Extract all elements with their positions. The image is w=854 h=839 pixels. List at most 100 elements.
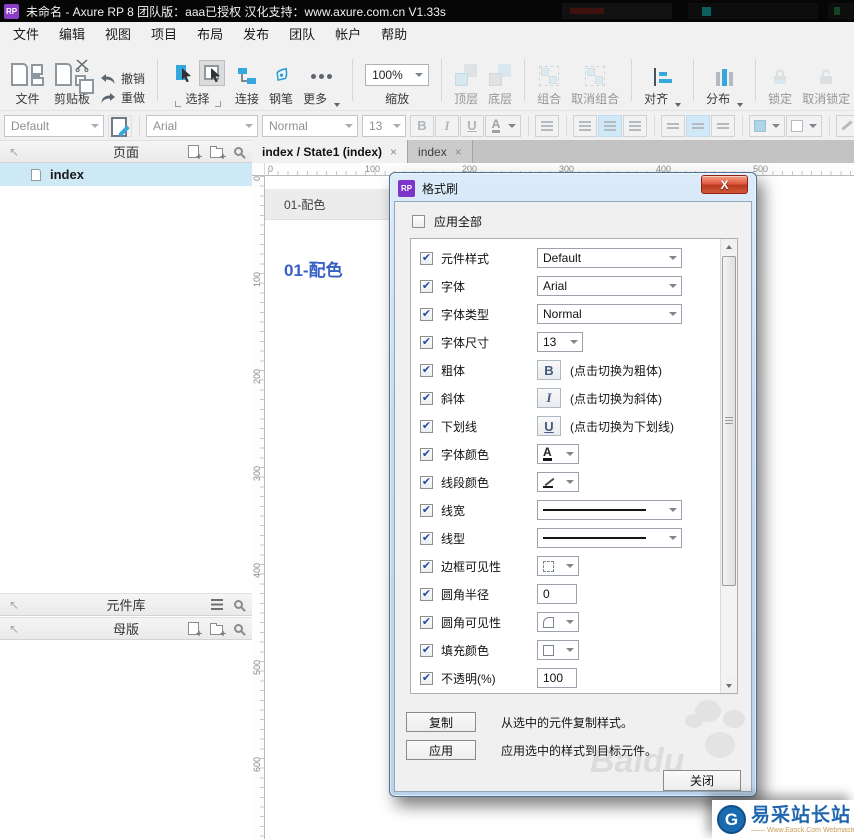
align-center-button[interactable] [598, 114, 622, 137]
border-visibility-select[interactable] [537, 556, 579, 576]
opacity-input[interactable]: 100 [537, 668, 577, 688]
send-to-back-button[interactable]: 底层 [488, 51, 512, 107]
cut-icon[interactable] [75, 59, 89, 72]
undo-button[interactable]: 撤销 [100, 70, 145, 87]
line-width-select[interactable] [537, 500, 682, 520]
widget-style-select[interactable]: Default [4, 114, 104, 137]
pen-tool[interactable]: 钢笔 [269, 51, 293, 107]
canvas-heading-text[interactable]: 01-配色 [284, 256, 343, 281]
lock-button[interactable]: 锁定 [768, 51, 792, 107]
line-color-select[interactable] [537, 472, 579, 492]
save-icon[interactable] [31, 64, 43, 75]
panel-pin-icon[interactable]: ↖ [9, 598, 19, 612]
align-button[interactable]: 对齐 [644, 51, 682, 107]
zoom-select[interactable]: 100% [365, 64, 430, 86]
distribute-button[interactable]: 分布 [706, 51, 744, 107]
corner-visibility-select[interactable] [537, 612, 579, 632]
menu-item-5[interactable]: 发布 [233, 21, 279, 46]
menu-item-1[interactable]: 编辑 [49, 21, 95, 46]
add-master-icon[interactable] [188, 622, 202, 640]
search-icon[interactable] [234, 624, 243, 633]
unlock-button[interactable]: 取消锁定 [802, 51, 850, 107]
italic-toggle-button[interactable]: I [537, 388, 561, 408]
search-icon[interactable] [234, 600, 243, 609]
dialog-title-bar[interactable]: RP 格式刷 [393, 176, 753, 200]
menu-item-0[interactable]: 文件 [3, 21, 49, 46]
align-left-button[interactable] [573, 114, 597, 137]
line-style-select[interactable] [537, 528, 682, 548]
font-size-select[interactable]: 13 [362, 114, 406, 137]
tab-close-icon[interactable]: × [390, 145, 397, 159]
border-color-button[interactable] [786, 114, 822, 137]
menu-item-7[interactable]: 帐户 [325, 21, 371, 46]
bring-to-front-button[interactable]: 顶层 [454, 51, 478, 107]
close-dialog-button[interactable]: 关闭 [663, 770, 741, 791]
fill-color-checkbox[interactable]: ✔ [420, 643, 433, 657]
dialog-close-button[interactable]: X [701, 175, 748, 194]
panel-menu-icon[interactable] [211, 599, 223, 610]
align-right-button[interactable] [623, 114, 647, 137]
canvas-tab-1[interactable]: index × [408, 140, 473, 163]
redo-button[interactable]: 重做 [100, 89, 145, 106]
font-size-select[interactable]: 13 [537, 332, 583, 352]
italic-checkbox[interactable]: ✔ [420, 391, 433, 405]
menu-item-2[interactable]: 视图 [95, 21, 141, 46]
panel-pin-icon[interactable]: ↖ [9, 622, 19, 636]
connect-tool[interactable]: 连接 [235, 51, 259, 107]
format-painter-button[interactable] [108, 114, 132, 137]
scroll-down-button[interactable] [721, 678, 737, 693]
line-style-button[interactable] [836, 114, 854, 137]
open-icon[interactable] [31, 75, 44, 86]
font-color-checkbox[interactable]: ✔ [420, 447, 433, 461]
underline-button[interactable]: U [460, 114, 484, 137]
underline-toggle-button[interactable]: U [537, 416, 561, 436]
font-color-select[interactable]: A [537, 444, 579, 464]
intersect-select-tool[interactable] [170, 60, 196, 86]
add-folder-icon[interactable] [210, 623, 226, 640]
border-visibility-checkbox[interactable]: ✔ [420, 559, 433, 573]
menu-item-3[interactable]: 项目 [141, 21, 187, 46]
menu-item-8[interactable]: 帮助 [371, 21, 417, 46]
underline-checkbox[interactable]: ✔ [420, 419, 433, 433]
page-tree-item-index[interactable]: index [0, 163, 252, 186]
align-middle-button[interactable] [686, 114, 710, 137]
font-select[interactable]: Arial [146, 114, 258, 137]
bold-checkbox[interactable]: ✔ [420, 363, 433, 377]
line-style-checkbox[interactable]: ✔ [420, 531, 433, 545]
search-icon[interactable] [234, 147, 243, 156]
menu-item-4[interactable]: 布局 [187, 21, 233, 46]
bold-button[interactable]: B [410, 114, 434, 137]
bullet-list-button[interactable] [535, 114, 559, 137]
contain-select-tool[interactable] [199, 60, 226, 86]
font-style-select[interactable]: Normal [262, 114, 358, 137]
line-color-checkbox[interactable]: ✔ [420, 475, 433, 489]
font-select[interactable]: Arial [537, 276, 682, 296]
fill-color-select[interactable] [537, 640, 579, 660]
ungroup-button[interactable]: 取消组合 [571, 51, 619, 107]
copy-button[interactable]: 复制 [406, 712, 476, 732]
align-bottom-button[interactable] [711, 114, 735, 137]
line-width-checkbox[interactable]: ✔ [420, 503, 433, 517]
widget-style-select[interactable]: Default [537, 248, 682, 268]
paste-icon[interactable] [55, 63, 72, 86]
corner-radius-input[interactable]: 0 [537, 584, 577, 604]
widget-style-checkbox[interactable]: ✔ [420, 251, 433, 265]
new-file-icon[interactable] [11, 63, 28, 86]
tab-close-icon[interactable]: × [455, 145, 462, 159]
font-style-select[interactable]: Normal [537, 304, 682, 324]
italic-button[interactable]: I [435, 114, 459, 137]
apply-button[interactable]: 应用 [406, 740, 476, 760]
apply-all-checkbox[interactable] [412, 215, 425, 228]
fill-color-button[interactable] [749, 114, 785, 137]
clipboard-tool-group[interactable]: 剪贴板 [54, 51, 94, 107]
more-tools-button[interactable]: 更多 [303, 51, 341, 107]
font-style-checkbox[interactable]: ✔ [420, 307, 433, 321]
add-page-icon[interactable] [188, 145, 202, 163]
font-color-button[interactable]: A [485, 114, 521, 137]
scrollbar-thumb[interactable] [722, 256, 736, 586]
file-tool-group[interactable]: 文件 [11, 51, 44, 107]
copy-icon[interactable] [75, 75, 94, 94]
align-top-button[interactable] [661, 114, 685, 137]
panel-pin-icon[interactable]: ↖ [9, 145, 19, 159]
font-size-checkbox[interactable]: ✔ [420, 335, 433, 349]
